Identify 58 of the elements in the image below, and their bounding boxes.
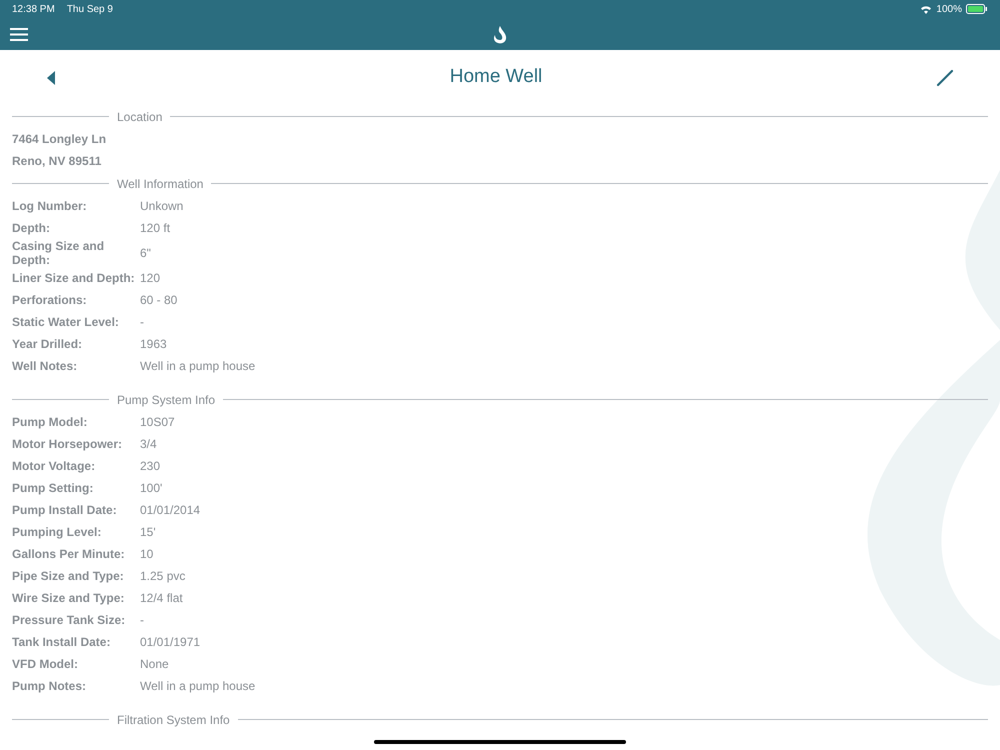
field-label: Pressure Tank Size:: [12, 613, 126, 627]
field-label: Depth:: [12, 221, 51, 235]
field-value: 12/4 flat: [140, 590, 183, 607]
field-label: Perforations:: [12, 293, 88, 307]
field-label: Motor Voltage:: [12, 459, 96, 473]
section-title: Well Information: [117, 176, 204, 192]
field-label: Pipe Size and Type:: [12, 569, 125, 583]
field-value: Well in a pump house: [140, 678, 256, 695]
field-label: Liner Size and Depth:: [12, 271, 136, 285]
battery-icon: [966, 4, 988, 14]
field-label: Static Water Level:: [12, 315, 120, 329]
field-value: 60 - 80: [140, 292, 178, 309]
field-label: Pumping Level:: [12, 525, 102, 539]
field-label: Pump Setting:: [12, 481, 94, 495]
field-label: VFD Model:: [12, 657, 79, 671]
field-value: 1963: [140, 336, 167, 353]
page-title: Home Well: [450, 65, 542, 90]
field-label: Year Drilled:: [12, 337, 84, 351]
field-label: Gallons Per Minute:: [12, 547, 126, 561]
field-value: 230: [140, 458, 160, 475]
field-value: 10: [140, 546, 154, 563]
field-value: Well in a pump house: [140, 358, 256, 375]
section-title: Filtration System Info: [117, 712, 230, 728]
address-line: 7464 Longley Ln: [12, 131, 108, 148]
field-value: 120 ft: [140, 220, 170, 237]
field-value: 15': [140, 524, 156, 541]
field-value: -: [140, 612, 144, 629]
field-value: Unkown: [140, 198, 184, 215]
field-value: 3/4: [140, 436, 157, 453]
menu-button[interactable]: [10, 28, 28, 40]
status-time: 12:38 PM: [12, 2, 55, 16]
field-label: Well Notes:: [12, 359, 78, 373]
field-label: Pump Install Date:: [12, 503, 118, 517]
status-date: Thu Sep 9: [66, 2, 113, 16]
field-label: Log Number:: [12, 199, 88, 213]
back-button[interactable]: [46, 70, 56, 84]
field-label: Motor Horsepower:: [12, 437, 124, 451]
field-label: Tank Install Date:: [12, 635, 112, 649]
field-value: 01/01/2014: [140, 502, 200, 519]
address-line: Reno, NV 89511: [12, 153, 102, 170]
field-value: 120: [140, 270, 160, 287]
field-value: -: [140, 314, 144, 331]
edit-button[interactable]: [936, 68, 954, 86]
field-label: Casing Size and Depth:: [12, 239, 106, 267]
field-label: Pump Model:: [12, 415, 88, 429]
drop-logo-icon: [492, 26, 508, 44]
field-label: Pump Notes:: [12, 679, 88, 693]
field-value: 10S07: [140, 414, 175, 431]
field-value: None: [140, 656, 169, 673]
wifi-icon: [920, 4, 932, 14]
field-value: 1.25 pvc: [140, 568, 186, 585]
field-value: 6": [140, 245, 151, 262]
field-value: 01/01/1971: [140, 634, 200, 651]
field-label: Wire Size and Type:: [12, 591, 126, 605]
field-value: 100': [140, 480, 162, 497]
battery-percent: 100%: [936, 2, 962, 16]
section-title: Pump System Info: [117, 392, 216, 408]
section-title: Location: [117, 108, 162, 126]
